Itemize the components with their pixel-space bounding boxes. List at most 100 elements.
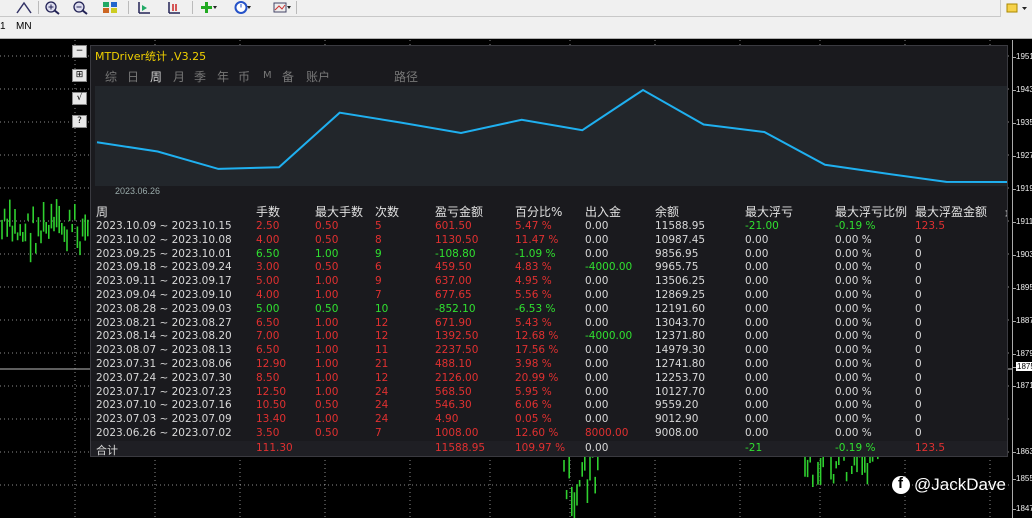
price-tick-label: 1847 (1016, 504, 1032, 513)
tab-monthly[interactable]: 月 (173, 68, 185, 85)
cell-max-drawdown: 0.00 (745, 385, 769, 398)
tab-path[interactable]: 路径 (394, 68, 418, 85)
cell-deposit: 0.00 (585, 275, 609, 288)
table-row[interactable]: 2023.09.04 ~ 2023.09.10 4.00 1.00 7 677.65 5.… (91, 289, 1007, 303)
total-percent: 109.97 % (515, 442, 566, 454)
table-row[interactable]: 2023.07.31 ~ 2023.08.06 12.90 1.00 21 488.10… (91, 358, 1007, 372)
cell-max-drawdown-ratio: -0.19 % (835, 220, 876, 232)
auto-scroll-icon[interactable] (164, 0, 184, 15)
chart-shift-icon[interactable] (134, 0, 154, 15)
tab-quarterly[interactable]: 季 (194, 68, 206, 85)
tab-account[interactable]: 账户 (306, 68, 330, 85)
header-percent: 百分比% (515, 205, 563, 219)
cell-pnl: -108.80 (435, 247, 476, 260)
cell-count: 12 (375, 371, 389, 384)
cell-max-lots: 0.50 (315, 427, 339, 439)
cell-max-drawdown: 0.00 (745, 233, 769, 246)
cell-max-floating-profit: 0 (915, 275, 922, 288)
table-row[interactable]: 2023.07.03 ~ 2023.07.09 13.40 1.00 24 4.90 0.… (91, 413, 1007, 427)
cell-count: 9 (375, 275, 382, 288)
cell-max-lots: 1.00 (315, 344, 339, 357)
cell-max-drawdown: 0.00 (745, 261, 769, 274)
cell-max-drawdown: 0.00 (745, 358, 769, 370)
cell-max-drawdown: 0.00 (745, 330, 769, 343)
tab-yearly[interactable]: 年 (217, 68, 229, 85)
help-panel-button[interactable]: ? (72, 115, 87, 128)
layout-panel-button[interactable]: ⊞ (72, 69, 87, 82)
table-row[interactable]: 2023.09.18 ~ 2023.09.24 3.00 0.50 6 459.50 4.… (91, 261, 1007, 275)
cell-balance: 9012.90 (655, 413, 699, 426)
header-max-drawdown: 最大浮亏 (745, 205, 794, 219)
tile-windows-icon[interactable] (100, 0, 120, 15)
cell-pnl: 2126.00 (435, 371, 479, 384)
cell-pnl: 601.50 (435, 220, 472, 232)
table-row[interactable]: 2023.08.07 ~ 2023.08.13 6.50 1.00 11 2237.50… (91, 344, 1007, 358)
table-row[interactable]: 2023.07.24 ~ 2023.07.30 8.50 1.00 12 2126.00… (91, 371, 1007, 386)
table-row[interactable]: 2023.09.11 ~ 2023.09.17 5.00 1.00 9 637.00 4.… (91, 275, 1007, 289)
cell-max-drawdown: 0.00 (745, 399, 769, 412)
cell-max-drawdown-ratio: 0.00 % (835, 316, 872, 329)
cell-max-floating-profit: 0 (915, 302, 922, 315)
equity-start-date: 2023.06.26 (115, 186, 161, 196)
table-row[interactable]: 2023.08.14 ~ 2023.08.20 7.00 1.00 12 1392.50… (91, 330, 1007, 344)
tab-weekly[interactable]: 周 (150, 68, 162, 85)
indicators-icon[interactable] (198, 0, 218, 15)
cell-deposit: 0.00 (585, 289, 609, 301)
total-label: 合计 (96, 444, 118, 457)
tab-notes[interactable]: 备 (282, 68, 294, 85)
cell-count: 12 (375, 316, 389, 329)
cell-lots: 6.50 (256, 316, 280, 329)
cell-week: 2023.08.28 ~ 2023.09.03 (96, 302, 232, 315)
total-max-drawdown-ratio: -0.19 % (835, 442, 876, 454)
timeframe-mn[interactable]: MN (16, 21, 32, 32)
cell-deposit: 0.00 (585, 358, 609, 370)
cell-max-drawdown: -21.00 (745, 220, 779, 232)
cell-pnl: 671.90 (435, 316, 472, 329)
tab-currency[interactable]: 币 (238, 68, 250, 85)
table-row[interactable]: 2023.09.25 ~ 2023.10.01 6.50 1.00 9 -108.80 -… (91, 247, 1007, 262)
tab-daily[interactable]: 日 (127, 68, 139, 85)
table-row[interactable]: 2023.10.09 ~ 2023.10.15 2.50 0.50 5 601.50 5.… (91, 220, 1007, 234)
cell-max-drawdown-ratio: 0.00 % (835, 302, 872, 315)
toolbar-right-button[interactable] (1000, 0, 1032, 17)
cell-count: 24 (375, 399, 389, 412)
zoom-out-icon[interactable] (70, 0, 90, 15)
cell-balance: 9559.20 (655, 399, 699, 412)
cell-percent: -6.53 % (515, 302, 556, 315)
table-row[interactable]: 2023.10.02 ~ 2023.10.08 4.00 0.50 8 1130.50 1… (91, 233, 1007, 248)
cell-balance: 9008.00 (655, 427, 699, 439)
minimize-panel-button[interactable]: − (72, 45, 87, 58)
cell-pnl: 1130.50 (435, 233, 479, 246)
cell-week: 2023.09.04 ~ 2023.09.10 (96, 289, 232, 301)
cell-deposit: 0.00 (585, 344, 609, 357)
cell-max-floating-profit: 0 (915, 358, 922, 370)
cell-count: 21 (375, 358, 389, 370)
line-studies-icon[interactable] (14, 0, 34, 15)
tab-overview[interactable]: 综 (105, 68, 117, 85)
cell-max-floating-profit: 0 (915, 385, 922, 398)
table-row[interactable]: 2023.07.10 ~ 2023.07.16 10.50 0.50 24 546.30… (91, 399, 1007, 413)
cell-balance: 14979.30 (655, 344, 706, 357)
table-row[interactable]: 2023.08.21 ~ 2023.08.27 6.50 1.00 12 671.90 5… (91, 316, 1007, 331)
cell-max-drawdown: 0.00 (745, 275, 769, 288)
confirm-panel-button[interactable]: √ (72, 92, 87, 105)
cell-balance: 10127.70 (655, 385, 706, 398)
table-row[interactable]: 2023.08.28 ~ 2023.09.03 5.00 0.50 10 -852.10… (91, 302, 1007, 317)
cell-balance: 12741.80 (655, 358, 706, 370)
table-row[interactable]: 2023.06.26 ~ 2023.07.02 3.50 0.50 7 1008.00 1… (91, 427, 1007, 441)
zoom-in-icon[interactable] (42, 0, 62, 15)
timeframe-1[interactable]: 1 (0, 21, 6, 32)
price-tick-label: 1951 (1016, 52, 1032, 61)
price-axis[interactable]: 1951 1943 1935 1927 1919 1911 1903 1895 1887 1879… (1012, 40, 1032, 518)
templates-icon[interactable] (272, 0, 292, 15)
cell-percent: 5.56 % (515, 289, 552, 301)
tab-m[interactable]: M (263, 70, 272, 81)
table-row[interactable]: 2023.07.17 ~ 2023.07.23 12.50 1.00 24 568.50… (91, 385, 1007, 400)
header-max-drawdown-ratio: 最大浮亏比例 (835, 205, 908, 219)
cell-max-drawdown-ratio: 0.00 % (835, 275, 872, 288)
cell-pnl: -852.10 (435, 302, 476, 315)
header-max-floating-profit: 最大浮盈金额 (915, 205, 988, 219)
header-balance: 余额 (655, 205, 680, 219)
cell-balance: 13043.70 (655, 316, 706, 329)
periods-clock-icon[interactable] (232, 0, 252, 15)
